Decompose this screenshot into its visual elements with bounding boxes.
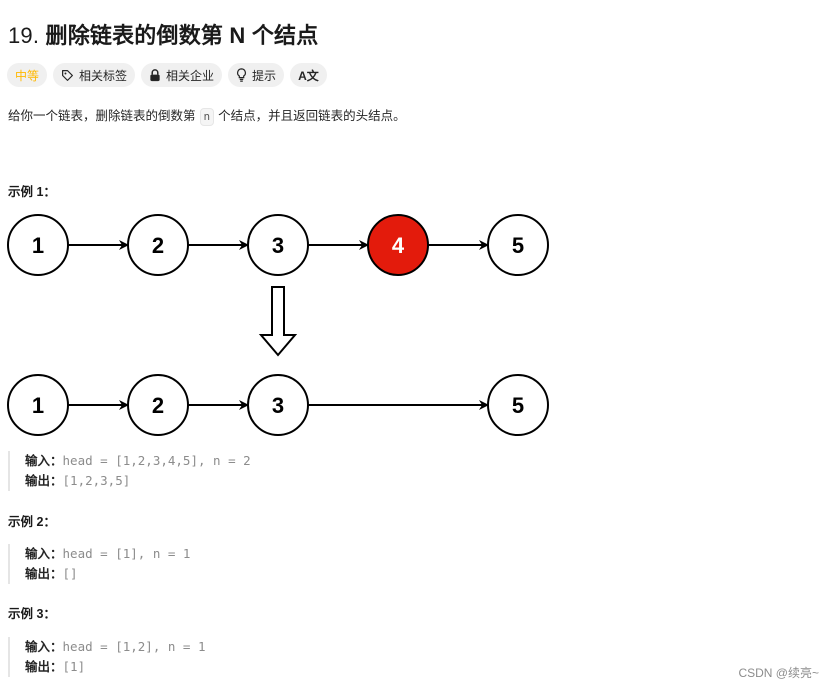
lock-icon (149, 68, 161, 82)
node-value: 4 (392, 233, 405, 258)
input-label: 输入： (25, 640, 63, 654)
node-value: 1 (32, 233, 44, 258)
example-3-output: [1] (62, 659, 86, 674)
transform-down-arrow-icon (258, 286, 298, 357)
tag-icon (61, 69, 74, 82)
description-text-1: 给你一个链表，删除链表的倒数第 (8, 109, 196, 123)
example-2-input: head = [1], n = 1 (62, 546, 191, 561)
output-label: 输出： (25, 660, 63, 674)
example-2-output: [] (62, 566, 78, 581)
example-1-output: [1,2,3,5] (62, 473, 131, 488)
example-1-title: 示例 1： (8, 185, 56, 199)
difficulty-badge[interactable]: 中等 (7, 63, 48, 87)
example-2-title: 示例 2： (8, 515, 56, 529)
problem-title: 19. 删除链表的倒数第 N 个结点 (8, 18, 318, 50)
problem-title-text: 删除链表的倒数第 N 个结点 (45, 23, 319, 48)
node-value: 3 (272, 233, 284, 258)
problem-description: 给你一个链表，删除链表的倒数第 n 个结点，并且返回链表的头结点。 (8, 105, 406, 126)
translate-button[interactable]: A文 (290, 63, 327, 87)
problem-number: 19. (8, 23, 40, 48)
related-tags-label: 相关标签 (79, 68, 128, 83)
tag-bar: 中等 相关标签 相关企业 提示 A文 (7, 63, 327, 87)
translate-icon: A文 (298, 68, 319, 83)
input-label: 输入： (25, 547, 63, 561)
node-value: 1 (32, 393, 44, 418)
example-1-input: head = [1,2,3,4,5], n = 2 (62, 453, 251, 468)
example-3-title: 示例 3： (8, 607, 56, 621)
node-value: 5 (512, 393, 524, 418)
list-before-removal: 1 2 3 4 5 (7, 214, 549, 276)
example-3-input: head = [1,2], n = 1 (62, 639, 206, 654)
lightbulb-icon (236, 68, 247, 82)
related-tags-button[interactable]: 相关标签 (53, 63, 136, 87)
difficulty-label: 中等 (15, 68, 40, 83)
node-value: 2 (152, 393, 164, 418)
related-companies-button[interactable]: 相关企业 (141, 63, 223, 87)
list-after-removal: 1 2 3 5 (7, 374, 549, 436)
example-1-block: 输入：head = [1,2,3,4,5], n = 2 输出：[1,2,3,5… (8, 451, 251, 491)
example-3-block: 输入：head = [1,2], n = 1 输出：[1] (8, 637, 206, 677)
node-value: 5 (512, 233, 524, 258)
related-companies-label: 相关企业 (166, 68, 215, 83)
input-label: 输入： (25, 454, 63, 468)
output-label: 输出： (25, 567, 63, 581)
watermark: CSDN @续亮~ (738, 666, 819, 680)
node-value: 3 (272, 393, 284, 418)
example-2-block: 输入：head = [1], n = 1 输出：[] (8, 544, 190, 584)
output-label: 输出： (25, 474, 63, 488)
hint-label: 提示 (252, 68, 277, 83)
node-value: 2 (152, 233, 164, 258)
hint-button[interactable]: 提示 (228, 63, 285, 87)
inline-code-n: n (199, 108, 215, 126)
linked-list-diagram: 1 2 3 4 5 1 2 3 5 (7, 214, 549, 436)
description-text-2: 个结点，并且返回链表的头结点。 (218, 109, 406, 123)
